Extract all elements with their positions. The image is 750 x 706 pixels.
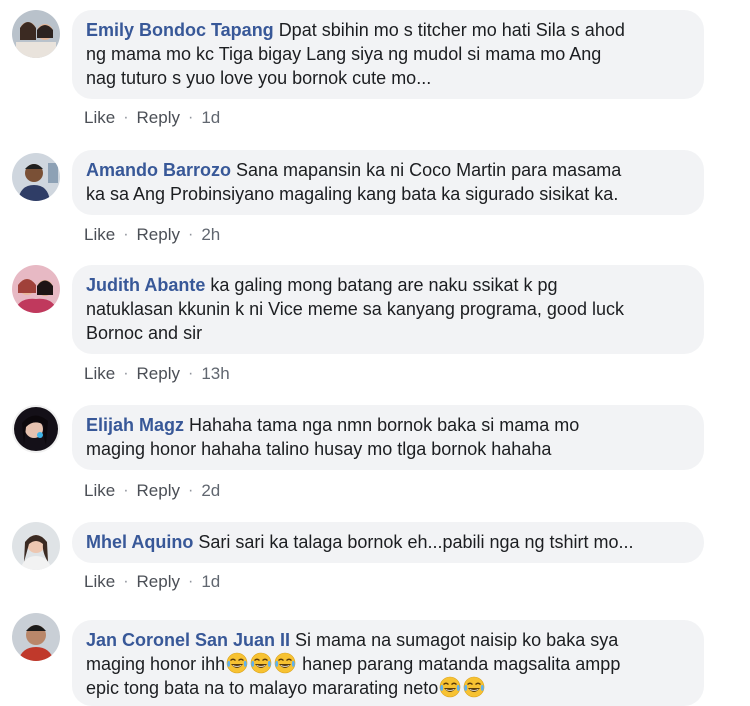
like-link[interactable]: Like — [84, 572, 115, 592]
comment-timestamp[interactable]: 1d — [201, 108, 220, 128]
comment-text: epic tong bata na to malayo mararating n… — [86, 678, 439, 698]
comment-bubble: Amando Barrozo Sana mapansin ka ni Coco M… — [72, 150, 704, 215]
comment-timestamp[interactable]: 2d — [201, 481, 220, 501]
avatar[interactable] — [12, 265, 60, 313]
avatar[interactable] — [12, 405, 60, 453]
comment-bubble: Emily Bondoc Tapang Dpat sbihin mo s titc… — [72, 10, 704, 99]
separator-dot: · — [187, 365, 194, 382]
reply-link[interactable]: Reply — [137, 364, 180, 384]
face-with-tears-of-joy-icon — [274, 652, 296, 674]
separator-dot: · — [187, 573, 194, 590]
like-link[interactable]: Like — [84, 108, 115, 128]
comment-bubble: Mhel Aquino Sari sari ka talaga bornok eh… — [72, 522, 704, 563]
separator-dot: · — [187, 482, 194, 499]
comment-text: natuklasan kkunin k ni Vice meme sa kany… — [86, 299, 624, 319]
comment-actions: Like · Reply · 2d — [84, 481, 220, 501]
reply-link[interactable]: Reply — [137, 108, 180, 128]
comment-text: Sari sari ka talaga bornok eh...pabili n… — [198, 532, 634, 552]
comment-text: maging honor hahaha talino husay mo tlga… — [86, 439, 552, 459]
comment-actions: Like · Reply · 13h — [84, 364, 230, 384]
comment-text: Dpat sbihin mo s titcher mo hati Sila s … — [278, 20, 625, 40]
comment-actions: Like · Reply · 1d — [84, 572, 220, 592]
avatar[interactable] — [12, 522, 60, 570]
comment-text: Hahaha tama nga nmn bornok baka si mama … — [189, 415, 580, 435]
comment-text: Sana mapansin ka ni Coco Martin para mas… — [236, 160, 622, 180]
separator-dot: · — [187, 109, 194, 126]
like-link[interactable]: Like — [84, 481, 115, 501]
comment-actions: Like · Reply · 1d — [84, 108, 220, 128]
comment-text: Si mama na sumagot naisip ko baka sya — [295, 630, 619, 650]
comment-author[interactable]: Judith Abante — [86, 275, 205, 295]
like-link[interactable]: Like — [84, 364, 115, 384]
like-link[interactable]: Like — [84, 225, 115, 245]
comment-text: hanep parang matanda magsalita ampp — [297, 654, 621, 674]
comment-timestamp[interactable]: 1d — [201, 572, 220, 592]
comment-text: ka sa Ang Probinsiyano magaling kang bat… — [86, 184, 619, 204]
face-with-tears-of-joy-icon — [250, 652, 272, 674]
separator-dot: · — [123, 573, 129, 590]
reply-link[interactable]: Reply — [137, 225, 180, 245]
comment-author[interactable]: Emily Bondoc Tapang — [86, 20, 274, 40]
separator-dot: · — [187, 226, 194, 243]
reply-link[interactable]: Reply — [137, 572, 180, 592]
comment-text: maging honor ihh — [86, 654, 226, 674]
comment-bubble: Judith Abante ka galing mong batang are n… — [72, 265, 704, 354]
separator-dot: · — [123, 482, 129, 499]
face-with-tears-of-joy-icon — [439, 676, 461, 698]
reply-link[interactable]: Reply — [137, 481, 180, 501]
separator-dot: · — [123, 109, 129, 126]
separator-dot: · — [123, 226, 129, 243]
comment-bubble: Elijah Magz Hahaha tama nga nmn bornok ba… — [72, 405, 704, 470]
comment-author[interactable]: Amando Barrozo — [86, 160, 231, 180]
face-with-tears-of-joy-icon — [226, 652, 248, 674]
face-with-tears-of-joy-icon — [463, 676, 485, 698]
comment-author[interactable]: Jan Coronel San Juan II — [86, 630, 290, 650]
comment-author[interactable]: Mhel Aquino — [86, 532, 193, 552]
comment-actions: Like · Reply · 2h — [84, 225, 220, 245]
comment-author[interactable]: Elijah Magz — [86, 415, 184, 435]
avatar[interactable] — [12, 153, 60, 201]
comment-timestamp[interactable]: 13h — [201, 364, 229, 384]
avatar[interactable] — [12, 613, 60, 661]
comment-timestamp[interactable]: 2h — [201, 225, 220, 245]
comment-text: ng mama mo kc Tiga bigay Lang siya ng mu… — [86, 44, 602, 64]
avatar[interactable] — [12, 10, 60, 58]
comment-text: Bornoc and sir — [86, 323, 203, 343]
comment-bubble: Jan Coronel San Juan II Si mama na sumago… — [72, 620, 704, 706]
comment-text: ka galing mong batang are naku ssikat k … — [210, 275, 558, 295]
separator-dot: · — [123, 365, 129, 382]
comment-text: nag tuturo s yuo love you bornok cute mo… — [86, 68, 432, 88]
